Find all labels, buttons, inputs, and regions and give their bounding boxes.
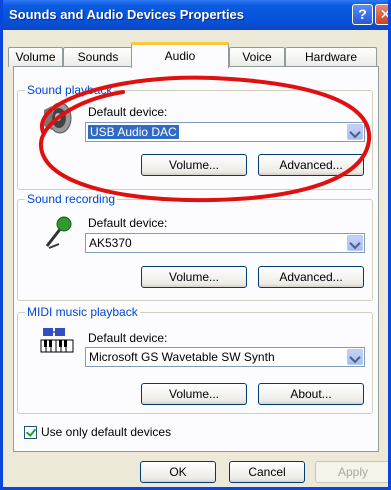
dialog-window: Sounds and Audio Devices Properties ? ✕ … [0, 0, 391, 490]
tab-audio[interactable]: Audio [131, 42, 229, 68]
highlight-annotation-circle [38, 75, 372, 203]
